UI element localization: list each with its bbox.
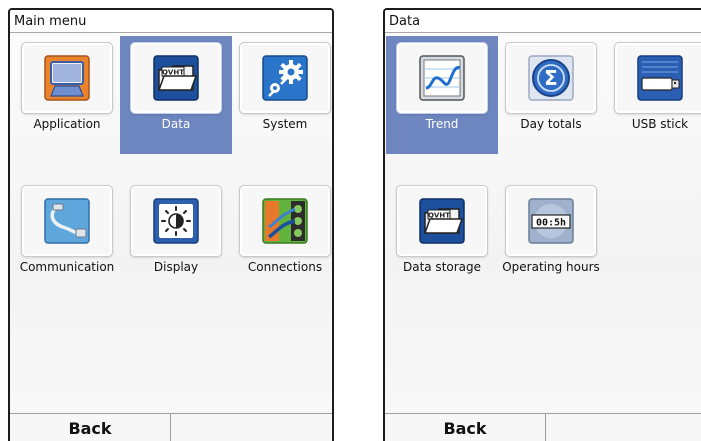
back-softkey[interactable]: Back	[385, 414, 546, 441]
data-folder-icon: QVHT	[153, 55, 199, 101]
menu-item-label: Day totals	[520, 117, 582, 131]
data-icon-frame: QVHT	[130, 42, 222, 114]
menu-item-application[interactable]: Application	[11, 36, 123, 154]
back-softkey[interactable]: Back	[10, 414, 171, 441]
menu-item-trend[interactable]: Trend	[386, 36, 498, 154]
menu-item-data[interactable]: QVHT Data	[120, 36, 232, 154]
screen-title: Data	[385, 10, 701, 33]
system-gear-icon	[262, 55, 308, 101]
trend-icon-frame	[396, 42, 488, 114]
day-totals-icon-frame: Σ	[505, 42, 597, 114]
menu-item-label: Connections	[247, 260, 323, 274]
data-menu-screen: Data Trend Σ Day totals USB stick QVHT D…	[383, 8, 701, 441]
menu-item-day-totals[interactable]: Σ Day totals	[495, 36, 607, 154]
menu-item-connections[interactable]: Connections	[229, 179, 332, 297]
menu-item-label: Data storage	[402, 260, 482, 274]
menu-item-label: Display	[153, 260, 199, 274]
data-storage-folder-icon: QVHT	[419, 198, 465, 244]
right-softkey[interactable]	[171, 414, 332, 441]
display-brightness-icon	[153, 198, 199, 244]
connections-icon-frame	[239, 185, 331, 257]
menu-item-data-storage[interactable]: QVHT Data storage	[386, 179, 498, 297]
right-softkey[interactable]	[546, 414, 701, 441]
menu-item-label: Communication	[19, 260, 115, 274]
menu-item-usb-stick[interactable]: USB stick	[604, 36, 701, 154]
main-menu-screen: Main menu Application QVHT Data System C…	[8, 8, 334, 441]
menu-item-label: Data	[161, 117, 191, 131]
menu-item-label: Trend	[425, 117, 459, 131]
sigma-totals-icon: Σ	[528, 55, 574, 101]
softkey-bar: Back	[385, 413, 701, 441]
menu-item-label: Application	[33, 117, 101, 131]
operating-hours-icon-frame: 00:5h	[505, 185, 597, 257]
menu-item-operating-hours[interactable]: 00:5h Operating hours	[495, 179, 607, 297]
menu-grid: Trend Σ Day totals USB stick QVHT Data s…	[385, 33, 701, 414]
counter-text: 00:5h	[536, 218, 566, 229]
menu-item-system[interactable]: System	[229, 36, 332, 154]
communication-cable-icon	[44, 198, 90, 244]
menu-grid: Application QVHT Data System Communicati…	[10, 33, 332, 414]
screen-title: Main menu	[10, 10, 332, 33]
trend-chart-icon	[419, 55, 465, 101]
communication-icon-frame	[21, 185, 113, 257]
data-storage-icon-frame: QVHT	[396, 185, 488, 257]
menu-item-communication[interactable]: Communication	[11, 179, 123, 297]
connections-terminal-icon	[262, 198, 308, 244]
operating-hours-counter-icon: 00:5h	[528, 198, 574, 244]
svg-text:Σ: Σ	[544, 66, 558, 90]
usb-stick-icon	[637, 55, 683, 101]
menu-item-label: Operating hours	[502, 260, 600, 274]
menu-item-label: System	[262, 117, 308, 131]
menu-item-label: USB stick	[631, 117, 689, 131]
application-icon-frame	[21, 42, 113, 114]
menu-item-display[interactable]: Display	[120, 179, 232, 297]
softkey-bar: Back	[10, 413, 332, 441]
usb-stick-icon-frame	[614, 42, 701, 114]
application-icon	[44, 55, 90, 101]
display-icon-frame	[130, 185, 222, 257]
system-icon-frame	[239, 42, 331, 114]
